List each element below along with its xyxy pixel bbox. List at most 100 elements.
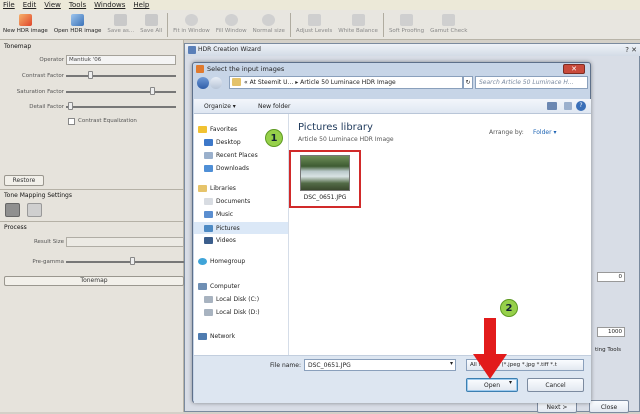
load-settings-icon[interactable] bbox=[27, 203, 42, 217]
computer-icon bbox=[198, 283, 207, 290]
cancel-button[interactable]: Cancel bbox=[527, 378, 584, 392]
nav-pictures[interactable]: Pictures bbox=[194, 222, 288, 234]
save-settings-icon[interactable] bbox=[5, 203, 20, 217]
pre-gamma-slider[interactable] bbox=[66, 261, 184, 263]
adjust-levels-button[interactable]: Adjust Levels bbox=[293, 10, 335, 34]
annotation-arrow-icon bbox=[473, 318, 507, 379]
white-balance-button[interactable]: White Balance bbox=[335, 10, 381, 34]
desktop-icon bbox=[204, 139, 213, 146]
operator-label: Operator bbox=[39, 57, 64, 63]
search-input[interactable]: Search Article 50 Luminace H... bbox=[475, 76, 588, 89]
step-1-marker: 1 bbox=[265, 129, 283, 147]
tonemap-button[interactable]: Tonemap bbox=[4, 276, 184, 286]
save-all-button[interactable]: Save All bbox=[137, 10, 165, 34]
normal-size-button[interactable]: Normal size bbox=[250, 10, 288, 34]
nav-desktop[interactable]: Desktop bbox=[204, 139, 241, 146]
contrast-eq-label: Contrast Equalization bbox=[78, 118, 137, 124]
detail-slider[interactable] bbox=[66, 106, 176, 108]
wizard-spinbox-1[interactable]: 0 bbox=[597, 272, 625, 282]
wizard-spinbox-2[interactable]: 1000 bbox=[597, 327, 625, 337]
fit-window-button[interactable]: Fit in Window bbox=[170, 10, 213, 34]
contrast-factor-label: Contrast Factor bbox=[21, 73, 64, 79]
contrast-slider-handle[interactable] bbox=[88, 71, 93, 79]
gamut-check-button[interactable]: Gamut Check bbox=[427, 10, 470, 34]
select-images-dialog: Select the input images ✕ « At Steemit U… bbox=[192, 62, 591, 403]
saturation-slider[interactable] bbox=[66, 91, 176, 93]
zoom-fill-icon bbox=[224, 14, 238, 26]
nav-downloads[interactable]: Downloads bbox=[204, 165, 249, 172]
nav-local-c[interactable]: Local Disk (C:) bbox=[204, 296, 259, 303]
zoom-fit-icon bbox=[184, 14, 198, 26]
recent-places-icon bbox=[204, 152, 213, 159]
zoom-normal-icon bbox=[262, 14, 276, 26]
restore-button[interactable]: Restore bbox=[4, 175, 44, 186]
back-button-icon[interactable] bbox=[197, 77, 209, 89]
menu-tools[interactable]: Tools bbox=[69, 0, 86, 10]
breadcrumb-parent[interactable]: « At Steemit U... bbox=[244, 79, 293, 86]
address-bar: « At Steemit U... ▸ Article 50 Luminace … bbox=[197, 76, 588, 94]
soft-proofing-button[interactable]: Soft Proofing bbox=[386, 10, 427, 34]
toolbar-separator bbox=[289, 13, 291, 37]
menu-bar: File Edit View Tools Windows Help bbox=[0, 0, 640, 10]
wizard-help-close-icon[interactable]: ? ✕ bbox=[597, 46, 637, 54]
dialog-title: Select the input images bbox=[207, 65, 285, 73]
detail-factor-label: Detail Factor bbox=[29, 104, 64, 110]
breadcrumb-current[interactable]: Article 50 Luminace HDR Image bbox=[300, 79, 396, 86]
arrange-dropdown[interactable]: Folder ▾ bbox=[533, 129, 556, 136]
filename-dropdown-icon[interactable]: ▾ bbox=[450, 360, 453, 367]
nav-network[interactable]: Network bbox=[198, 333, 235, 340]
fill-window-button[interactable]: Fill Window bbox=[213, 10, 250, 34]
nav-videos[interactable]: Videos bbox=[204, 237, 236, 244]
organize-button[interactable]: Organize ▾ bbox=[204, 99, 236, 114]
file-list-pane: Pictures library Article 50 Luminace HDR… bbox=[265, 114, 591, 355]
refresh-icon[interactable]: ↻ bbox=[463, 76, 473, 89]
save-as-button[interactable]: Save as... bbox=[104, 10, 137, 34]
navigation-pane: Favorites Desktop Recent Places Download… bbox=[194, 114, 289, 355]
wizard-title: HDR Creation Wizard bbox=[198, 46, 261, 53]
soft-proof-icon bbox=[400, 14, 413, 26]
folder-icon bbox=[232, 78, 241, 86]
nav-libraries[interactable]: Libraries bbox=[198, 185, 236, 192]
star-icon bbox=[198, 126, 207, 133]
nav-homegroup[interactable]: Homegroup bbox=[198, 258, 245, 265]
nav-favorites[interactable]: Favorites bbox=[198, 126, 237, 133]
nav-documents[interactable]: Documents bbox=[204, 198, 250, 205]
wizard-close-button[interactable]: Close bbox=[589, 400, 629, 413]
menu-windows[interactable]: Windows bbox=[94, 0, 125, 10]
pre-gamma-label: Pre-gamma bbox=[32, 259, 64, 265]
detail-slider-handle[interactable] bbox=[68, 102, 73, 110]
file-item-dsc0651[interactable]: DSC_0651.JPG bbox=[289, 150, 361, 208]
nav-recent[interactable]: Recent Places bbox=[204, 152, 258, 159]
nav-local-d[interactable]: Local Disk (D:) bbox=[204, 309, 260, 316]
open-hdr-button[interactable]: Open HDR image bbox=[51, 10, 105, 34]
help-icon[interactable]: ? bbox=[576, 101, 586, 111]
open-button-label: Open bbox=[483, 382, 501, 389]
menu-file[interactable]: File bbox=[3, 0, 15, 10]
breadcrumb[interactable]: « At Steemit U... ▸ Article 50 Luminace … bbox=[229, 76, 463, 89]
dialog-footer: File name: DSC_0651.JPG ▾ All formats (*… bbox=[194, 355, 591, 403]
saturation-slider-handle[interactable] bbox=[150, 87, 155, 95]
contrast-eq-checkbox[interactable] bbox=[68, 118, 75, 125]
arrange-label: Arrange by: bbox=[489, 129, 524, 136]
open-dropdown-icon[interactable]: ▾ bbox=[509, 379, 512, 386]
view-options-icon[interactable] bbox=[547, 102, 557, 110]
result-size-select[interactable] bbox=[66, 237, 184, 247]
new-hdr-button[interactable]: New HDR image bbox=[0, 10, 51, 34]
contrast-slider[interactable] bbox=[66, 75, 176, 77]
operator-select[interactable]: Mantiuk '06 bbox=[66, 55, 176, 65]
saturation-factor-label: Saturation Factor bbox=[16, 89, 64, 95]
process-label: Process bbox=[4, 224, 27, 231]
menu-edit[interactable]: Edit bbox=[23, 0, 37, 10]
white-balance-icon bbox=[351, 14, 365, 26]
menu-help[interactable]: Help bbox=[133, 0, 149, 10]
forward-button-icon[interactable] bbox=[210, 77, 222, 89]
filename-input[interactable]: DSC_0651.JPG bbox=[304, 359, 456, 371]
new-folder-button[interactable]: New folder bbox=[258, 99, 290, 114]
dialog-close-button[interactable]: ✕ bbox=[563, 64, 585, 74]
pre-gamma-handle[interactable] bbox=[130, 257, 135, 265]
nav-computer[interactable]: Computer bbox=[198, 283, 240, 290]
menu-view[interactable]: View bbox=[44, 0, 61, 10]
save-icon bbox=[114, 14, 128, 26]
nav-music[interactable]: Music bbox=[204, 211, 233, 218]
preview-pane-icon[interactable] bbox=[564, 102, 572, 110]
